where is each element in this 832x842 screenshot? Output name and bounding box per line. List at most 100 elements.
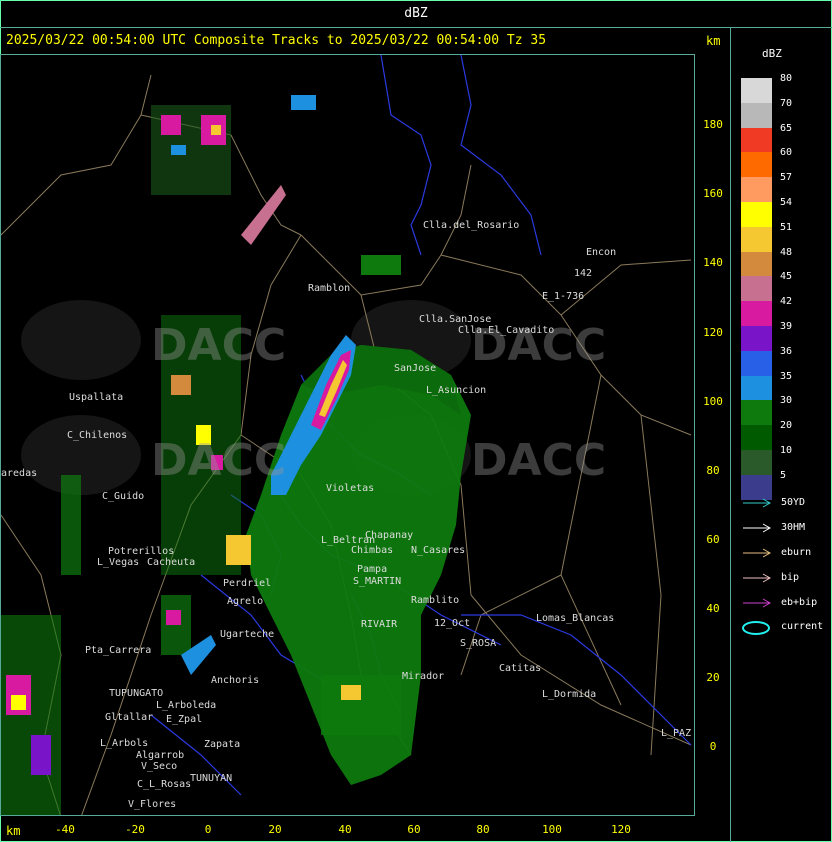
y-tick-label: 100 <box>703 395 723 408</box>
place-label: C_Guido <box>102 491 145 502</box>
place-label: C_L_Rosas <box>137 779 192 790</box>
place-label: L_Arboleda <box>156 700 217 711</box>
place-label: Anchoris <box>211 675 260 686</box>
legend-swatch <box>741 276 772 302</box>
arrow-icon <box>743 498 772 508</box>
legend-swatch <box>741 152 772 178</box>
track-label: 30HM <box>781 522 806 533</box>
window-title: dBZ <box>404 6 428 21</box>
y-tick-label: 160 <box>703 187 723 200</box>
legend-label: 45 <box>780 271 793 283</box>
place-label: Encon <box>586 247 617 258</box>
track-label: 50YD <box>781 497 806 508</box>
legend-label: 30 <box>780 395 793 407</box>
arrow-icon <box>743 573 772 583</box>
ellipse-icon <box>742 621 770 635</box>
legend-swatch <box>741 400 772 426</box>
place-label: SanJose <box>394 363 437 374</box>
legend-label: 65 <box>780 122 793 134</box>
legend-swatch <box>741 177 772 203</box>
place-label: aredas <box>1 468 38 479</box>
track-label: current <box>781 621 824 632</box>
y-tick-label: 0 <box>709 740 717 753</box>
y-axis-unit: km <box>706 34 721 48</box>
place-label: L_PAZ <box>661 728 692 739</box>
legend-label: 10 <box>780 445 793 456</box>
arrow-icon <box>743 523 772 533</box>
place-label: Clla.El_Cavadito <box>458 325 555 336</box>
place-label: TUNUYAN <box>190 773 233 784</box>
place-label: Pta_Carrera <box>85 645 152 656</box>
place-label: N_Casares <box>411 545 466 556</box>
legend-title: dBZ <box>762 47 782 60</box>
y-tick-label: 60 <box>706 533 720 546</box>
legend-swatch <box>741 350 772 376</box>
track-legend-bip: bip <box>741 572 827 586</box>
x-tick-label: 100 <box>542 823 562 836</box>
legend-label: 48 <box>780 246 793 258</box>
place-label: L_Beltran <box>321 535 376 546</box>
place-label: Agrelo <box>227 596 264 607</box>
title-bar: dBZ <box>0 0 832 28</box>
legend-swatch <box>741 375 772 401</box>
y-tick-label: 120 <box>703 326 723 339</box>
place-label: Uspallata <box>69 392 124 403</box>
y-tick-label: 140 <box>703 256 723 269</box>
x-tick-label: -20 <box>125 823 145 836</box>
place-label: C_Chilenos <box>67 430 128 441</box>
composite-header: 2025/03/22 00:54:00 UTC Composite Tracks… <box>6 33 547 48</box>
legend-label: 60 <box>780 147 793 159</box>
track-legend-30hm: 30HM <box>741 522 827 536</box>
legend-swatch <box>741 450 772 475</box>
legend-label: 35 <box>780 370 793 382</box>
svg-text:DACC: DACC <box>151 320 286 371</box>
x-axis-unit: km <box>6 824 21 838</box>
legend-label: 70 <box>780 97 793 109</box>
place-label: L_Dormida <box>542 689 597 700</box>
legend-swatch <box>741 202 772 227</box>
place-label: Zapata <box>204 739 241 750</box>
place-label: 12_Oct <box>434 618 471 629</box>
legend-label: 57 <box>780 172 793 184</box>
place-label: V_Flores <box>128 799 177 810</box>
place-label: Perdriel <box>223 578 272 589</box>
legend-label: 5 <box>780 469 787 481</box>
place-label: L_Vegas <box>97 557 140 568</box>
place-label: S_MARTIN <box>353 576 402 587</box>
legend-swatch <box>741 127 772 153</box>
track-label: eb+bip <box>781 597 818 608</box>
place-label: L_Asuncion <box>426 385 487 396</box>
legend-swatch <box>741 301 772 327</box>
y-tick-label: 40 <box>706 602 720 615</box>
y-tick-label: 180 <box>703 118 723 131</box>
place-label: Clla.SanJose <box>419 314 492 325</box>
legend-swatch <box>741 251 772 277</box>
place-label: Ugarteche <box>220 629 275 640</box>
x-tick-label: -40 <box>55 823 75 836</box>
y-tick-label: 20 <box>706 671 720 684</box>
track-legend-50yd: 50YD <box>741 497 827 511</box>
place-label: V_Seco <box>141 761 178 772</box>
track-label: bip <box>781 572 800 583</box>
legend-swatch <box>741 78 772 103</box>
legend-label: 36 <box>780 345 793 357</box>
radar-map[interactable]: DACC DACC DACC DACC Clla.del_Rosario Enc… <box>0 54 695 816</box>
legend-swatch <box>741 102 772 128</box>
legend-label: 80 <box>780 73 793 84</box>
legend-label: 42 <box>780 296 793 308</box>
track-label: eburn <box>781 547 812 558</box>
legend-divider <box>730 28 731 842</box>
legend-swatch <box>741 425 772 451</box>
place-label: 142 <box>574 268 593 279</box>
legend-label: 20 <box>780 420 793 432</box>
place-label: E_Zpal <box>166 714 203 725</box>
legend-swatch <box>741 226 772 252</box>
track-legend-eb-bip: eb+bip <box>741 597 827 611</box>
watermark-logo <box>21 300 141 380</box>
x-tick-label: 80 <box>476 823 490 836</box>
svg-text:DACC: DACC <box>151 435 286 486</box>
y-tick-label: 80 <box>706 464 720 477</box>
track-legend-current: current <box>741 621 827 635</box>
place-label: Chimbas <box>351 545 394 556</box>
place-label: Catitas <box>499 663 542 674</box>
